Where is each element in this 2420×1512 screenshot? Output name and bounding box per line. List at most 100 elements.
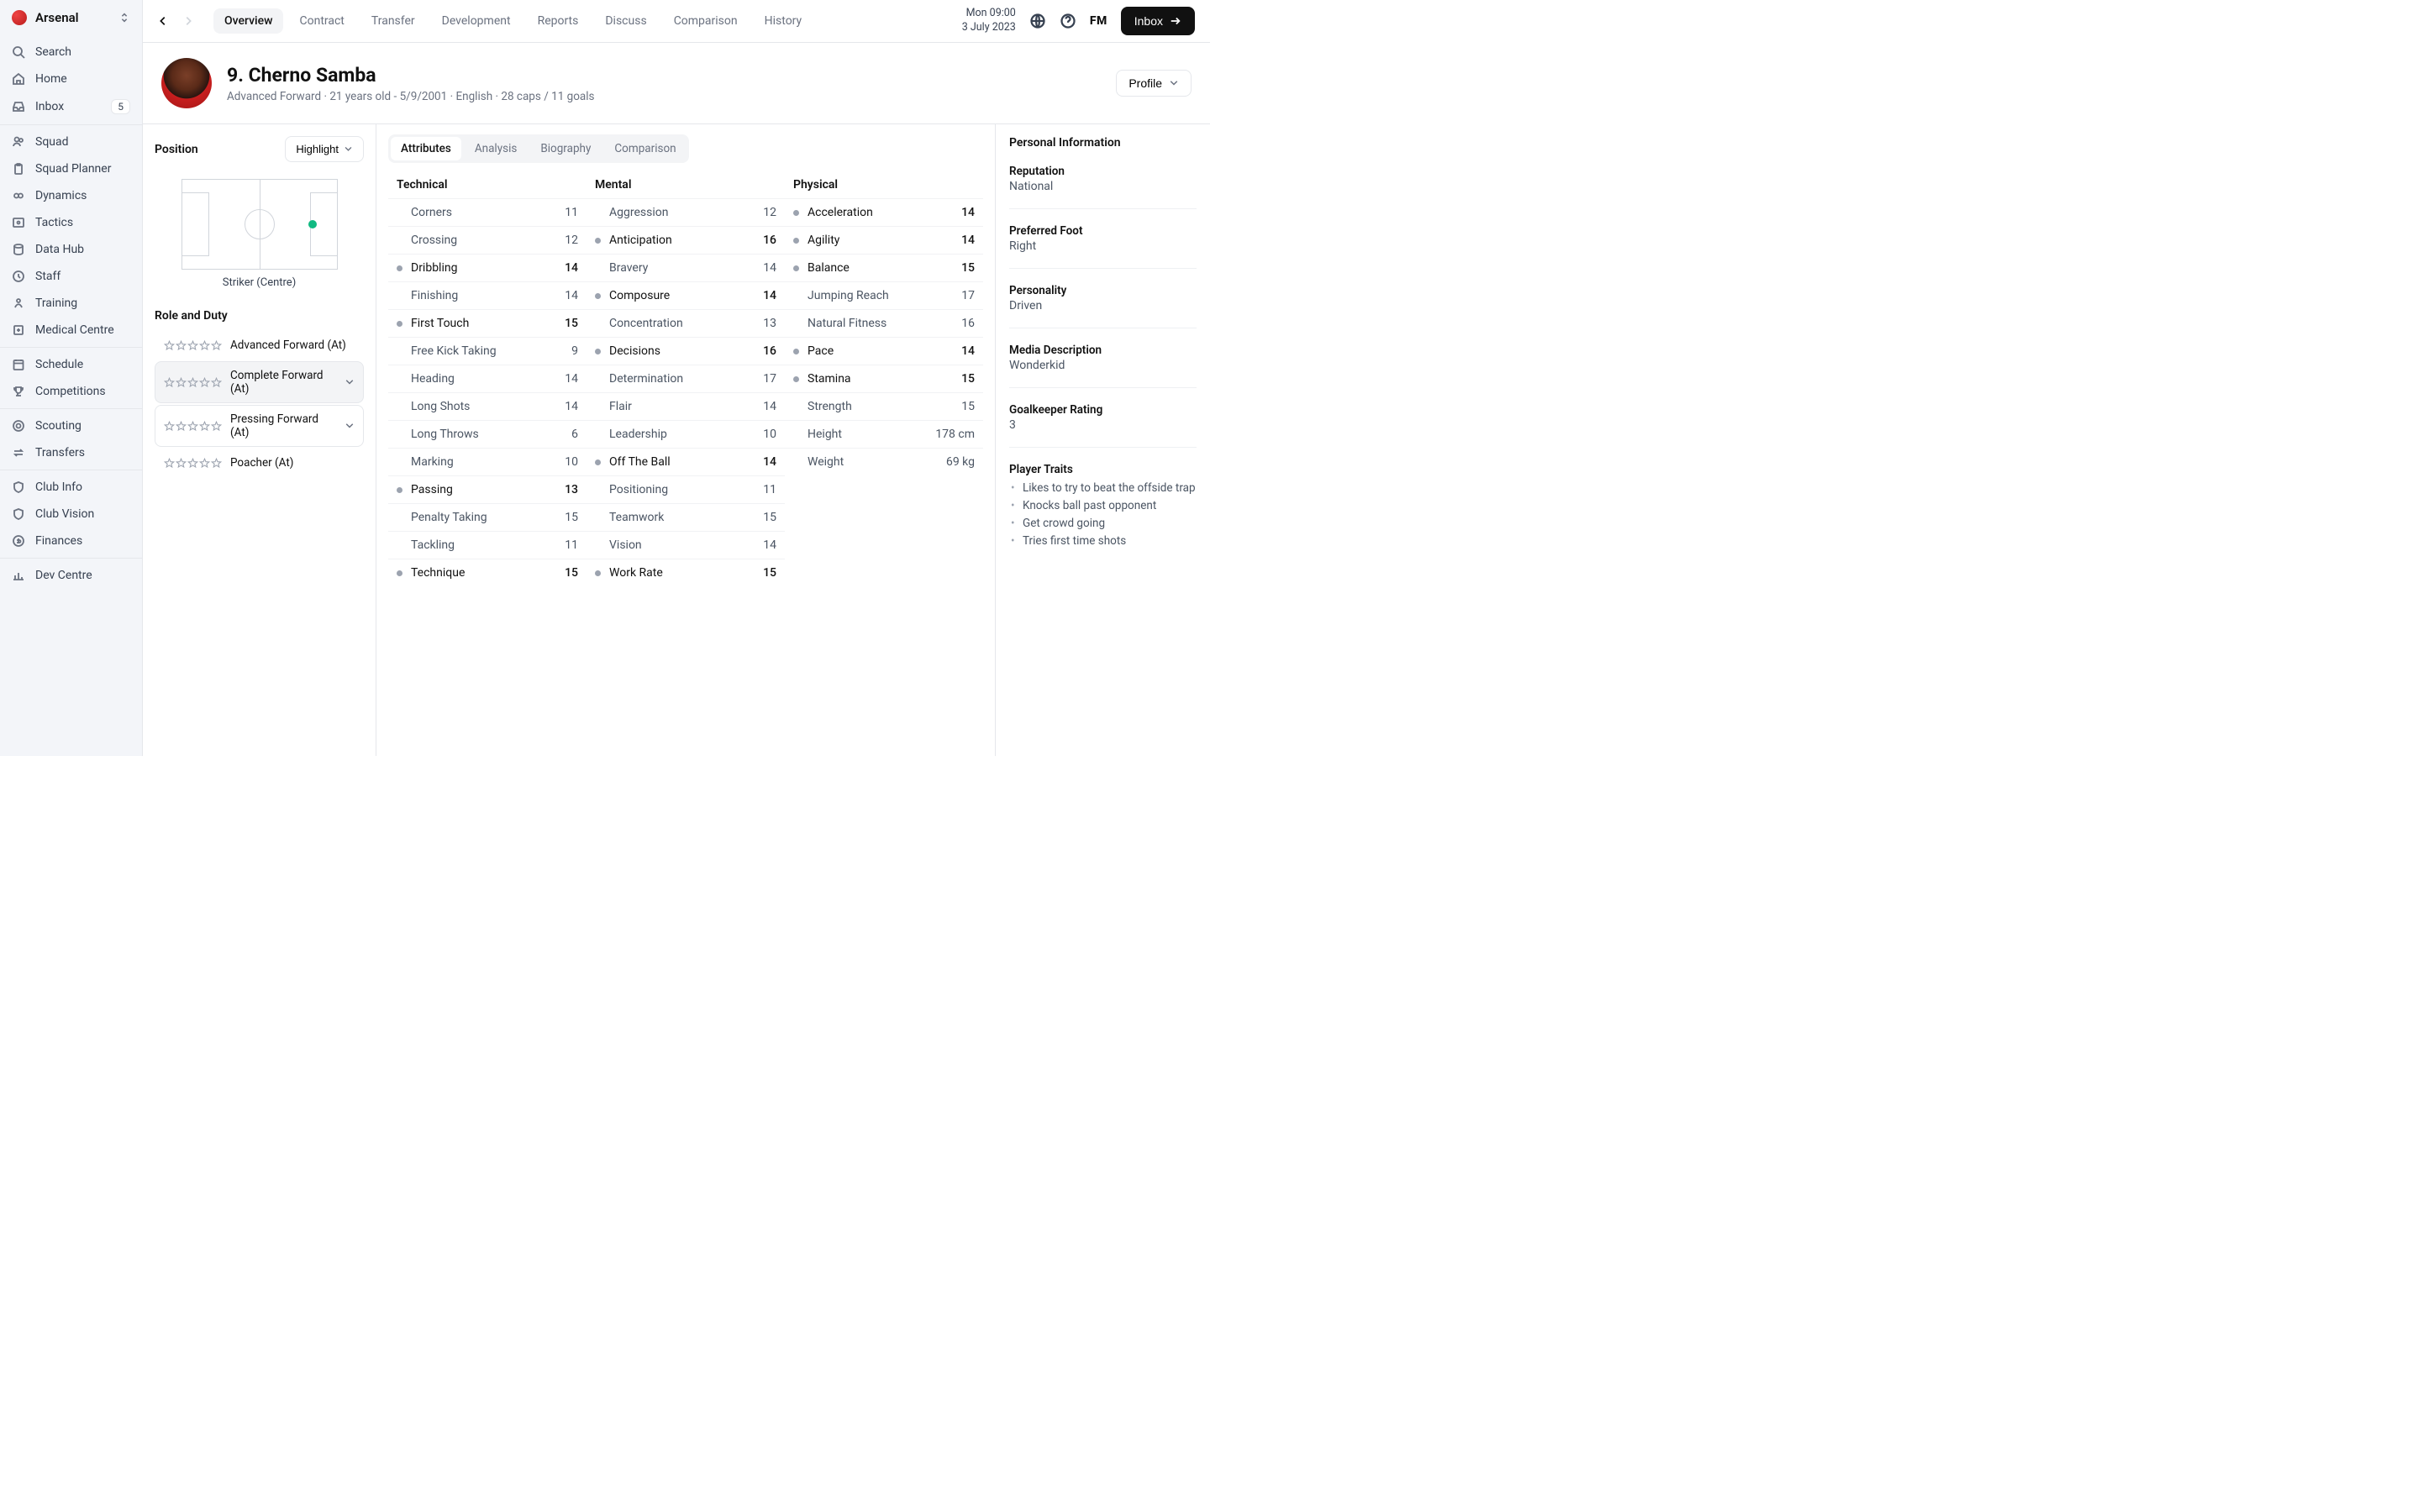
sidebar-item-dynamics[interactable]: Dynamics: [0, 182, 142, 209]
attr-row[interactable]: Long Throws6: [388, 420, 587, 448]
attr-row[interactable]: Off The Ball14: [587, 448, 785, 475]
info-title: Personal Information: [1009, 136, 1197, 150]
attr-row[interactable]: Flair14: [587, 392, 785, 420]
attr-row[interactable]: Free Kick Taking9: [388, 337, 587, 365]
tab-history[interactable]: History: [754, 8, 813, 34]
attr-row[interactable]: Work Rate15: [587, 559, 785, 586]
center-tab-comparison[interactable]: Comparison: [604, 137, 686, 160]
info-label: Media Description: [1009, 344, 1197, 357]
highlight-button[interactable]: Highlight: [285, 136, 364, 162]
attr-row[interactable]: Pace14: [785, 337, 983, 365]
attr-row[interactable]: Tackling11: [388, 531, 587, 559]
attr-value: 11: [558, 206, 578, 219]
sidebar-item-finances[interactable]: Finances: [0, 528, 142, 554]
attr-row[interactable]: Penalty Taking15: [388, 503, 587, 531]
attr-row[interactable]: Anticipation16: [587, 226, 785, 254]
attr-row[interactable]: Composure14: [587, 281, 785, 309]
attr-row[interactable]: Dribbling14: [388, 254, 587, 281]
attr-value: 15: [955, 261, 975, 275]
club-name: Arsenal: [35, 10, 110, 25]
clock-icon: [12, 270, 25, 283]
center-tab-attributes[interactable]: Attributes: [391, 137, 461, 160]
attr-value: 15: [558, 566, 578, 580]
attr-row[interactable]: Teamwork15: [587, 503, 785, 531]
attr-row[interactable]: Crossing12: [388, 226, 587, 254]
attr-row[interactable]: Decisions16: [587, 337, 785, 365]
attr-row[interactable]: Agility14: [785, 226, 983, 254]
attr-row[interactable]: Leadership10: [587, 420, 785, 448]
role-poacher-at-[interactable]: Poacher (At): [155, 449, 364, 477]
attr-row[interactable]: Weight69 kg: [785, 448, 983, 475]
nav-forward-button[interactable]: [176, 9, 200, 33]
attr-value: 14: [955, 344, 975, 358]
role-pressing-forward-at-[interactable]: Pressing Forward (At): [155, 405, 364, 447]
tab-comparison[interactable]: Comparison: [663, 8, 749, 34]
key-dot-icon: [397, 487, 402, 493]
attr-row[interactable]: Vision14: [587, 531, 785, 559]
shield-icon: [12, 507, 25, 521]
sidebar-item-inbox[interactable]: Inbox5: [0, 92, 142, 121]
center-tab-analysis[interactable]: Analysis: [465, 137, 528, 160]
nav-back-button[interactable]: [151, 9, 175, 33]
sidebar-item-staff[interactable]: Staff: [0, 263, 142, 290]
role-complete-forward-at-[interactable]: Complete Forward (At): [155, 361, 364, 403]
attr-row[interactable]: Balance15: [785, 254, 983, 281]
attr-row[interactable]: Heading14: [388, 365, 587, 392]
tab-transfer[interactable]: Transfer: [360, 8, 426, 34]
attr-row[interactable]: Marking10: [388, 448, 587, 475]
attr-value: 17: [756, 372, 776, 386]
tab-discuss[interactable]: Discuss: [594, 8, 657, 34]
attr-row[interactable]: Determination17: [587, 365, 785, 392]
sidebar-item-dev-centre[interactable]: Dev Centre: [0, 562, 142, 589]
attr-row[interactable]: Passing13: [388, 475, 587, 503]
attr-row[interactable]: Finishing14: [388, 281, 587, 309]
star-icon: [211, 421, 222, 432]
attr-row[interactable]: Jumping Reach17: [785, 281, 983, 309]
sidebar-item-training[interactable]: Training: [0, 290, 142, 317]
profile-button[interactable]: Profile: [1116, 70, 1192, 97]
info-label: Personality: [1009, 284, 1197, 297]
attr-row[interactable]: Long Shots14: [388, 392, 587, 420]
attr-row[interactable]: Technique15: [388, 559, 587, 586]
sidebar-item-scouting[interactable]: Scouting: [0, 412, 142, 439]
sidebar-item-schedule[interactable]: Schedule: [0, 351, 142, 378]
attr-row[interactable]: Positioning11: [587, 475, 785, 503]
attr-row[interactable]: Natural Fitness16: [785, 309, 983, 337]
tab-overview[interactable]: Overview: [213, 8, 283, 34]
attr-row[interactable]: Height178 cm: [785, 420, 983, 448]
sidebar-item-club-info[interactable]: Club Info: [0, 474, 142, 501]
sidebar-item-squad[interactable]: Squad: [0, 129, 142, 155]
tab-development[interactable]: Development: [431, 8, 522, 34]
attr-row[interactable]: Corners11: [388, 198, 587, 226]
sidebar-item-transfers[interactable]: Transfers: [0, 439, 142, 466]
sidebar-item-tactics[interactable]: Tactics: [0, 209, 142, 236]
attr-row[interactable]: Stamina15: [785, 365, 983, 392]
sidebar-item-squad-planner[interactable]: Squad Planner: [0, 155, 142, 182]
link-icon: [12, 189, 25, 202]
sidebar-item-medical-centre[interactable]: Medical Centre: [0, 317, 142, 344]
attr-row[interactable]: Acceleration14: [785, 198, 983, 226]
attr-row[interactable]: Bravery14: [587, 254, 785, 281]
sidebar-item-competitions[interactable]: Competitions: [0, 378, 142, 405]
sidebar-item-search[interactable]: Search: [0, 39, 142, 66]
attr-name: Penalty Taking: [411, 511, 558, 524]
tab-contract[interactable]: Contract: [288, 8, 355, 34]
attr-name: Determination: [609, 372, 756, 386]
attr-row[interactable]: Concentration13: [587, 309, 785, 337]
role-label: Complete Forward (At): [230, 369, 336, 396]
globe-icon[interactable]: [1029, 13, 1046, 29]
attr-row[interactable]: Strength15: [785, 392, 983, 420]
inbox-button[interactable]: Inbox: [1121, 7, 1195, 35]
attr-row[interactable]: First Touch15: [388, 309, 587, 337]
tab-reports[interactable]: Reports: [527, 8, 590, 34]
sidebar-item-data-hub[interactable]: Data Hub: [0, 236, 142, 263]
club-selector[interactable]: Arsenal: [0, 0, 142, 35]
center-tab-biography[interactable]: Biography: [530, 137, 601, 160]
shield-icon: [12, 480, 25, 494]
role-advanced-forward-at-[interactable]: Advanced Forward (At): [155, 331, 364, 360]
sidebar-item-club-vision[interactable]: Club Vision: [0, 501, 142, 528]
help-icon[interactable]: [1060, 13, 1076, 29]
attr-row[interactable]: Aggression12: [587, 198, 785, 226]
attr-value: 13: [756, 317, 776, 330]
sidebar-item-home[interactable]: Home: [0, 66, 142, 92]
